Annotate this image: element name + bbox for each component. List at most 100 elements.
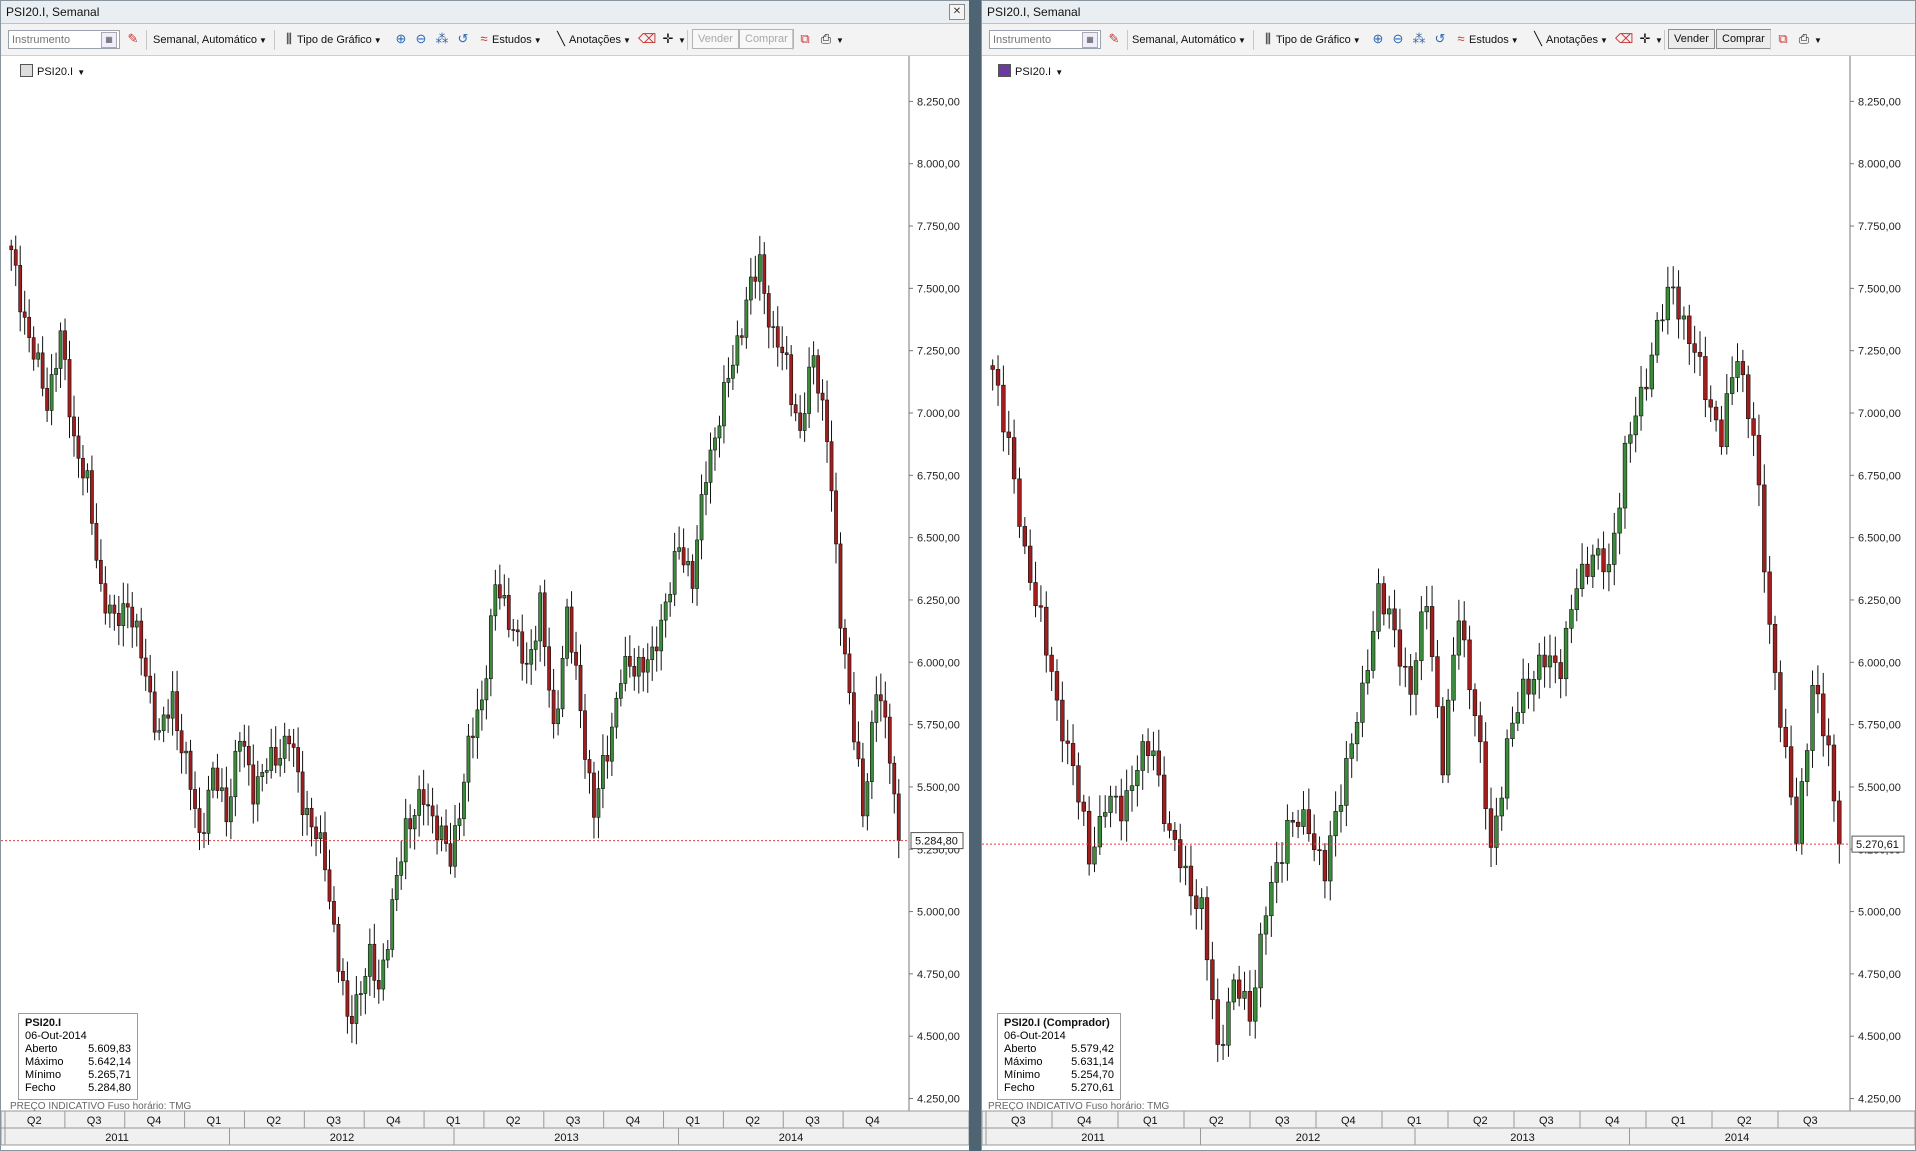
left-annotations-dropdown[interactable]: ╲ Anotações ▼ [553,30,631,50]
price-tick-label: 8.000,00 [917,159,960,171]
candle-down [421,789,426,805]
left-chart-type-dropdown[interactable]: ⫼ Tipo de Gráfico ▼ [281,30,382,50]
left-draw-tool-icon[interactable]: ✎ [125,30,141,50]
price-tick-label: 7.000,00 [917,408,960,420]
price-tick-label: 7.500,00 [917,283,960,295]
candle-up [462,781,466,820]
candle-down [22,311,27,318]
left-autoscale-icon[interactable]: ⁂ [434,30,450,50]
right-chart-type-dropdown[interactable]: ⫼ Tipo de Gráfico ▼ [1260,30,1361,50]
info-value: 5.609,83 [88,1043,131,1055]
right-zoom-out-icon[interactable]: ⊖ [1390,30,1406,50]
right-draw-tool-icon[interactable]: ✎ [1106,30,1122,50]
left-print-dropdown[interactable]: ⎙ ▼ [818,30,844,50]
candle-up [475,709,480,738]
candle-down [627,656,632,667]
left-sell-button[interactable]: Vender [692,29,739,49]
candle-up [390,899,395,950]
candle-down [1194,895,1199,909]
candle-up [1665,286,1671,321]
right-autoscale-icon[interactable]: ⁂ [1411,30,1427,50]
candle-up [367,943,372,977]
candle-up [1274,862,1279,883]
last-price-tag: 5.284,80 [915,836,958,848]
left-zoom-in-icon[interactable]: ⊕ [393,30,409,50]
candle-up [1413,660,1419,695]
candle-up [1124,790,1129,822]
quarter-label: Q3 [1803,1115,1818,1127]
right-period-label: Semanal, Automático [1132,34,1236,46]
right-instrument-lookup-icon[interactable]: ▦ [1082,32,1098,48]
right-instrument-input[interactable] [990,31,1082,48]
left-price-chart[interactable]: 4.250,004.500,004.750,005.000,005.250,00… [1,56,969,1151]
left-crosshair-dropdown[interactable]: ✛ ▼ [660,30,686,50]
right-period-dropdown[interactable]: Semanal, Automático ▼ [1132,30,1246,50]
candle-down [1204,897,1210,961]
candle-down [1472,689,1478,716]
candle-down [1317,849,1322,852]
candle-up [1654,319,1660,356]
price-tick-label: 4.750,00 [917,969,960,981]
candle-up [1804,750,1810,782]
left-period-dropdown[interactable]: Semanal, Automático ▼ [153,30,267,50]
left-zoom-out-icon[interactable]: ⊖ [413,30,429,50]
left-reset-icon[interactable]: ↺ [455,30,471,50]
right-buy-button[interactable]: Comprar [1716,29,1771,49]
right-sell-button[interactable]: Vender [1668,29,1715,49]
candle-down [1403,665,1408,668]
left-instrument-input[interactable] [9,31,101,48]
quarter-label: Q2 [745,1115,760,1127]
right-zoom-in-icon[interactable]: ⊕ [1370,30,1386,50]
right-crosshair-dropdown[interactable]: ✛ ▼ [1637,30,1663,50]
right-print-dropdown[interactable]: ⎙ ▼ [1796,30,1822,50]
candle-down [1815,685,1821,695]
price-tick-label: 7.000,00 [1858,408,1901,420]
info-label: Fecho [25,1082,56,1094]
right-studies-dropdown[interactable]: ≈ Estudos ▼ [1453,30,1518,50]
candle-up [1387,608,1392,615]
right-chart-settings-icon[interactable]: ⧉ [1775,30,1791,50]
candle-down [1553,655,1558,663]
left-instrument-lookup-icon[interactable]: ▦ [101,32,117,48]
year-label: 2011 [105,1132,129,1144]
left-instrument-field[interactable]: ▦ [8,30,120,49]
candle-down [1788,746,1794,798]
info-label: Mínimo [25,1069,62,1081]
candle-up [1263,915,1269,935]
candle-up [206,789,211,834]
candle-up [493,584,498,617]
candle-down [1703,356,1708,401]
right-reset-icon[interactable]: ↺ [1432,30,1448,50]
right-price-chart[interactable]: 4.250,004.500,004.750,005.000,005.250,00… [982,56,1915,1151]
right-instrument-field[interactable]: ▦ [989,30,1101,49]
right-info-name: PSI20.I (Comprador) [1004,1017,1110,1029]
right-chart-window: PSI20.I, Semanal ▦ ✎ Semanal, Automático… [981,0,1916,1151]
info-value: 5.579,42 [1071,1043,1114,1055]
candle-down [825,399,829,442]
right-eraser-icon[interactable]: ⌫ [1615,30,1633,50]
candle-up [874,694,879,723]
left-studies-dropdown[interactable]: ≈ Estudos ▼ [476,30,541,50]
candle-down [9,245,14,251]
info-label: Máximo [25,1056,64,1068]
candle-down [202,832,206,834]
candle-up [1199,897,1204,909]
candle-up [1258,933,1263,989]
left-chart-settings-icon[interactable]: ⧉ [797,30,813,50]
candle-down [45,387,49,411]
left-eraser-icon[interactable]: ⌫ [638,30,656,50]
candle-down [1392,608,1397,631]
crosshair-icon: ✛ [662,31,674,46]
info-row: Mínimo 5.265,71 [25,1069,131,1082]
candle-up [1520,678,1526,713]
candle-down [471,735,475,738]
candle-up [601,755,605,789]
candle-up [802,413,807,431]
left-buy-button[interactable]: Comprar [739,29,794,49]
candle-down [1585,563,1590,577]
right-annotations-dropdown[interactable]: ╲ Anotações ▼ [1530,30,1608,50]
info-value: 5.642,14 [88,1056,131,1068]
left-close-icon[interactable]: ✕ [949,4,965,20]
candle-up [1537,654,1542,680]
candle-up [717,425,722,439]
